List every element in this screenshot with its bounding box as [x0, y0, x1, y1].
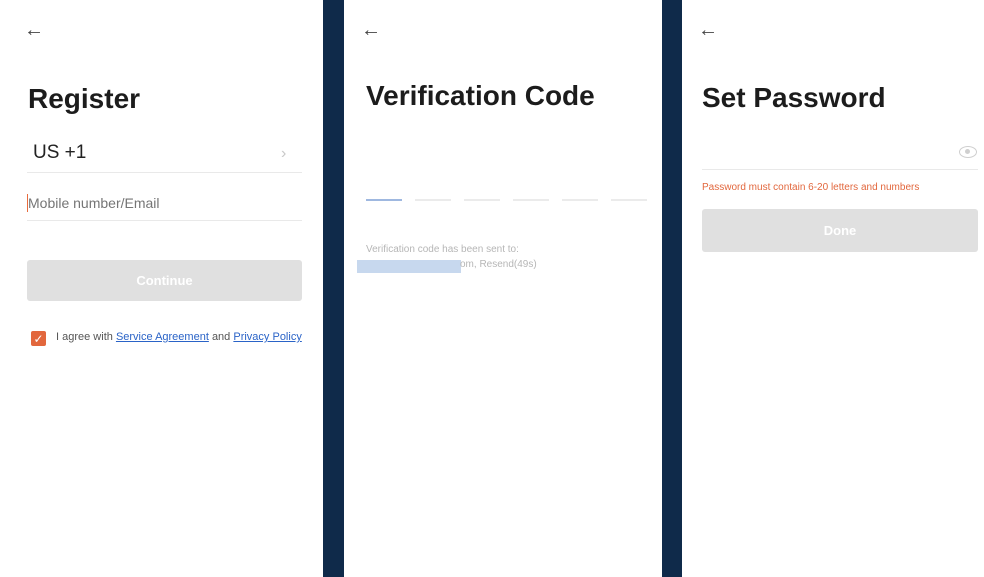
service-agreement-link[interactable]: Service Agreement	[116, 331, 209, 343]
code-digit-6[interactable]	[611, 199, 647, 201]
code-digit-4[interactable]	[513, 199, 549, 201]
country-divider	[27, 172, 302, 173]
code-digit-1[interactable]	[366, 199, 402, 201]
back-arrow-icon[interactable]: ←	[24, 20, 44, 40]
code-sent-text: Verification code has been sent to:	[366, 244, 519, 255]
set-password-screen: ← Set Password Password must contain 6-2…	[682, 8, 984, 571]
eye-icon[interactable]	[959, 146, 977, 158]
agree-prefix: I agree with	[56, 331, 113, 343]
password-error-text: Password must contain 6-20 letters and n…	[702, 182, 920, 193]
redacted-address	[357, 260, 461, 273]
back-arrow-icon[interactable]: ←	[698, 20, 718, 40]
agreement-text: I agree with Service Agreement and Priva…	[56, 331, 302, 343]
mobile-email-input[interactable]	[28, 195, 303, 211]
panel-divider-right	[662, 0, 682, 577]
page-title: Set Password	[702, 82, 886, 113]
verification-screen: ← Verification Code Verification code ha…	[344, 8, 662, 571]
panel-divider-left	[323, 0, 344, 577]
page-title: Register	[28, 83, 141, 114]
agree-and: and	[211, 331, 231, 343]
done-button[interactable]: Done	[702, 209, 978, 252]
privacy-policy-link[interactable]: Privacy Policy	[233, 331, 301, 343]
code-digit-2[interactable]	[415, 199, 451, 201]
code-digit-5[interactable]	[562, 199, 598, 201]
agree-checkbox[interactable]: ✓	[31, 331, 46, 346]
register-screen: ← Register US +1 › Continue ✓ I agree wi…	[8, 8, 323, 571]
code-digit-3[interactable]	[464, 199, 500, 201]
back-arrow-icon[interactable]: ←	[361, 20, 381, 40]
page-title: Verification Code	[366, 80, 595, 111]
country-code-selector[interactable]: US +1	[33, 142, 86, 164]
resend-countdown[interactable]: om, Resend(49s)	[460, 259, 537, 270]
continue-button[interactable]: Continue	[27, 260, 302, 301]
mobile-divider	[27, 220, 302, 221]
chevron-right-icon[interactable]: ›	[281, 145, 286, 163]
password-divider	[702, 169, 978, 170]
